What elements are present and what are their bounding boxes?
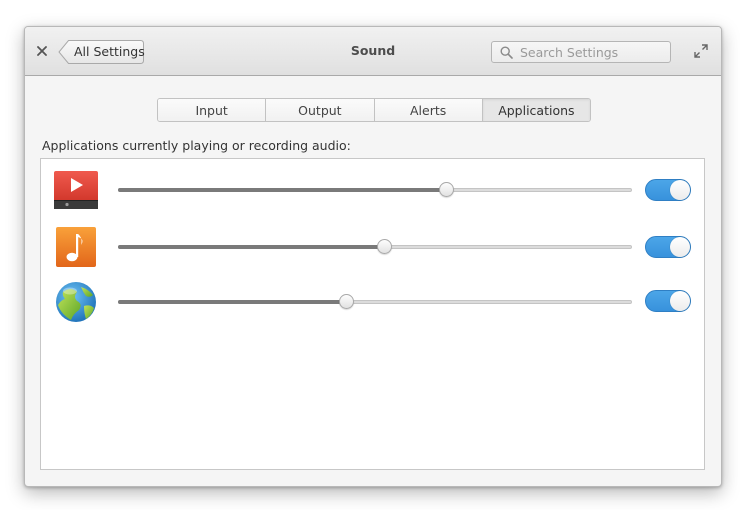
video-player-icon bbox=[54, 171, 98, 209]
applications-list bbox=[40, 158, 705, 470]
music-volume-knob[interactable] bbox=[377, 239, 393, 254]
video-volume-fill bbox=[118, 188, 446, 192]
close-button[interactable] bbox=[33, 41, 51, 61]
applications-description: Applications currently playing or record… bbox=[42, 138, 351, 153]
music-player-icon bbox=[56, 227, 96, 267]
video-volume-knob[interactable] bbox=[438, 182, 454, 197]
maximize-button[interactable] bbox=[693, 43, 709, 59]
maximize-icon bbox=[694, 44, 708, 58]
video-toggle[interactable] bbox=[645, 179, 691, 201]
app-row-music bbox=[41, 226, 704, 270]
all-settings-back-button[interactable]: All Settings bbox=[58, 40, 145, 64]
tab-applications[interactable]: Applications bbox=[482, 99, 590, 121]
browser-volume-fill bbox=[118, 300, 346, 304]
search-input[interactable] bbox=[520, 43, 665, 61]
video-volume-slider[interactable] bbox=[118, 182, 632, 197]
back-button-label: All Settings bbox=[74, 44, 145, 59]
search-icon bbox=[500, 46, 513, 59]
app-row-browser bbox=[41, 280, 704, 324]
web-browser-icon bbox=[56, 282, 96, 322]
browser-volume-knob[interactable] bbox=[338, 294, 354, 309]
music-toggle[interactable] bbox=[645, 236, 691, 258]
sound-tabs: Input Output Alerts Applications bbox=[157, 98, 591, 122]
video-toggle-knob bbox=[670, 180, 690, 200]
browser-volume-slider[interactable] bbox=[118, 294, 632, 309]
music-volume-slider[interactable] bbox=[118, 239, 632, 254]
tab-output[interactable]: Output bbox=[266, 99, 375, 121]
header-bar: All Settings Sound bbox=[25, 27, 721, 76]
search-field[interactable] bbox=[491, 41, 671, 63]
tab-alerts[interactable]: Alerts bbox=[374, 99, 483, 121]
close-icon bbox=[37, 46, 47, 56]
tab-input[interactable]: Input bbox=[158, 99, 267, 121]
app-row-video bbox=[41, 169, 704, 213]
browser-toggle-knob bbox=[670, 291, 690, 311]
music-toggle-knob bbox=[670, 237, 690, 257]
browser-toggle[interactable] bbox=[645, 290, 691, 312]
music-volume-fill bbox=[118, 245, 385, 249]
settings-window: All Settings Sound Input Output Alerts A… bbox=[24, 26, 722, 487]
